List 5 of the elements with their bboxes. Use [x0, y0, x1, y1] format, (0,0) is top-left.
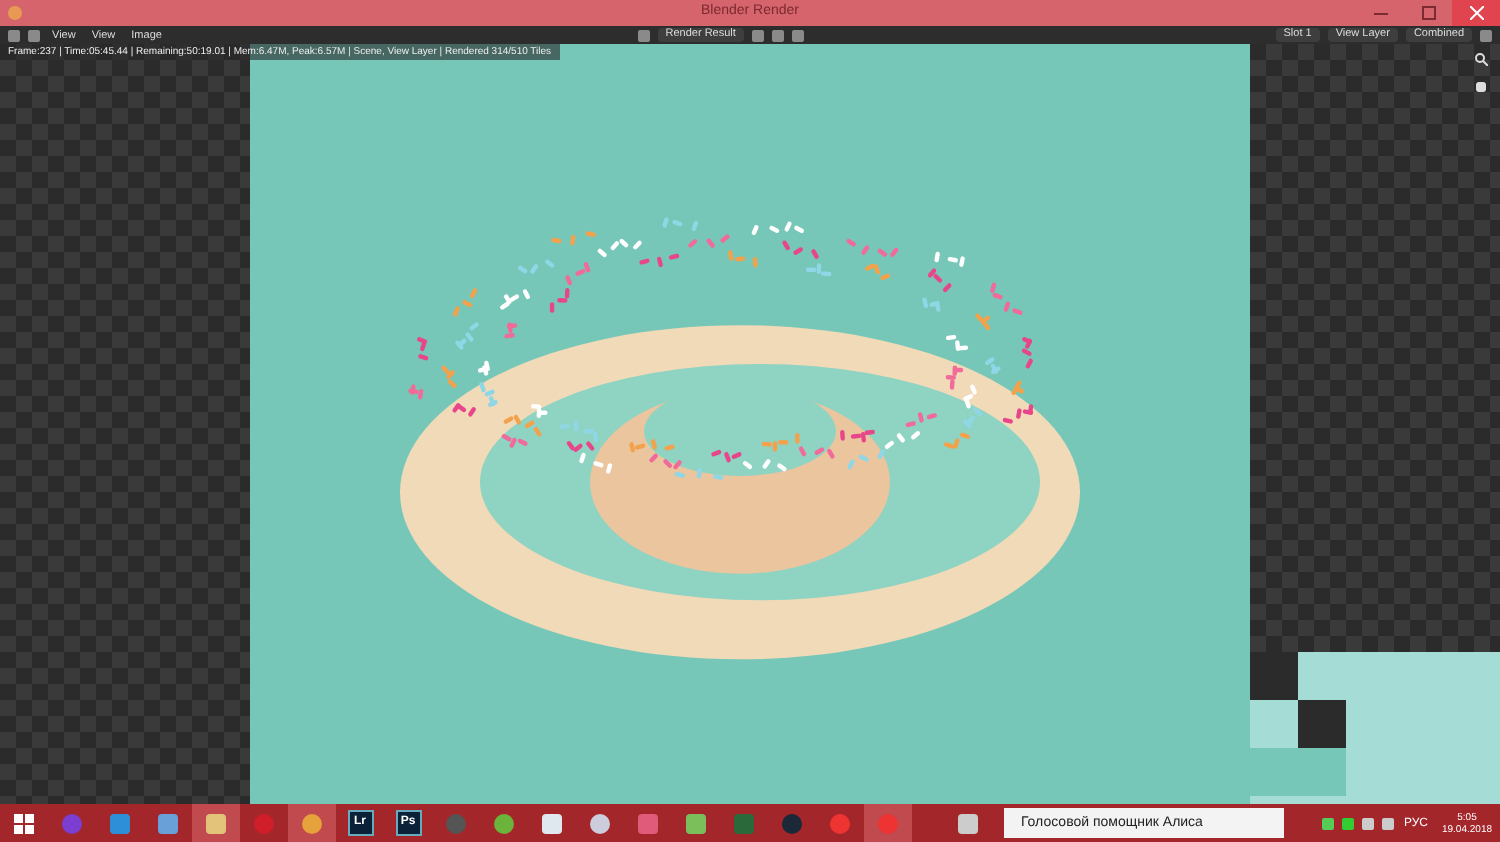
close-button[interactable]	[1452, 0, 1500, 26]
maximize-icon	[1421, 6, 1435, 20]
windows-logo-icon	[14, 813, 34, 833]
zoom-icon[interactable]	[1474, 52, 1488, 66]
app-icon	[8, 6, 22, 20]
